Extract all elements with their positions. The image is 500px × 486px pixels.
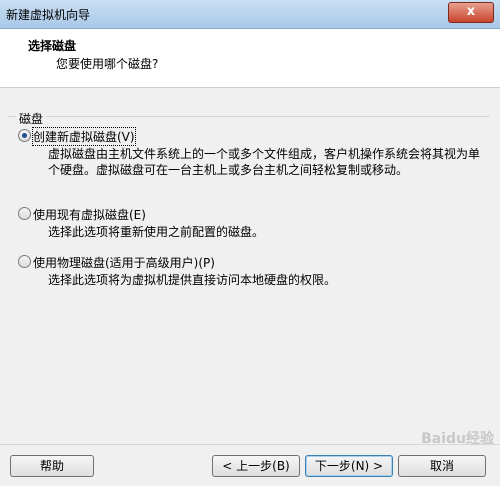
option-label[interactable]: 使用现有虚拟磁盘(E) xyxy=(33,206,146,223)
radio-use-existing-disk[interactable] xyxy=(18,207,31,220)
option-label[interactable]: 创建新虚拟磁盘(V) xyxy=(32,127,136,146)
page-subtitle: 您要使用哪个磁盘? xyxy=(56,57,159,71)
radio-create-new-disk[interactable] xyxy=(18,129,31,142)
watermark: Baidu经验 xyxy=(421,431,494,447)
option-description: 选择此选项将重新使用之前配置的磁盘。 xyxy=(48,225,265,239)
disk-group: 磁盘 创建新虚拟磁盘(V) 虚拟磁盘由主机文件系统上的一个或多个文件组成，客户机… xyxy=(8,110,490,310)
group-label: 磁盘 xyxy=(16,110,47,127)
back-button[interactable]: < 上一步(B) xyxy=(212,455,300,477)
next-button[interactable]: 下一步(N) > xyxy=(305,455,393,477)
page-title: 选择磁盘 xyxy=(28,39,77,53)
option-description: 虚拟磁盘由主机文件系统上的一个或多个文件组成，客户机操作系统会将其视为单个硬盘。… xyxy=(48,147,481,177)
title-bar: 新建虚拟机向导 x xyxy=(0,0,500,29)
option-description: 选择此选项将为虚拟机提供直接访问本地硬盘的权限。 xyxy=(48,273,337,287)
wizard-header: 选择磁盘 您要使用哪个磁盘? xyxy=(0,29,500,88)
radio-use-physical-disk[interactable] xyxy=(18,255,31,268)
group-divider xyxy=(8,116,490,117)
close-button[interactable]: x xyxy=(448,2,494,23)
help-button[interactable]: 帮助 xyxy=(10,455,94,477)
option-label[interactable]: 使用物理磁盘(适用于高级用户)(P) xyxy=(33,254,215,271)
cancel-button[interactable]: 取消 xyxy=(398,455,486,477)
window-title: 新建虚拟机向导 xyxy=(6,8,91,22)
